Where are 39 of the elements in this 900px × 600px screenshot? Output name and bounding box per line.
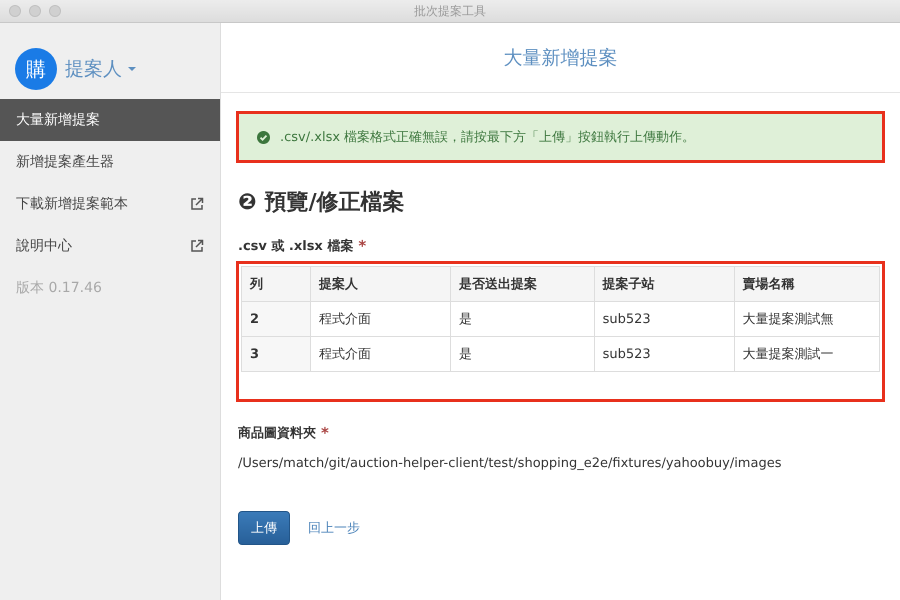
required-mark: * (358, 237, 366, 255)
avatar: 購 (15, 48, 57, 90)
column-header: 提案人 (310, 266, 451, 302)
version-label: 版本 0.17.46 (15, 279, 103, 298)
required-mark: * (321, 424, 329, 442)
step-number: ❷ (238, 190, 257, 214)
table-cell: 程式介面 (310, 302, 451, 336)
sidebar-item[interactable]: 下載新增提案範本 (0, 183, 220, 225)
window-control[interactable] (49, 5, 61, 17)
table-cell: sub523 (594, 302, 734, 336)
external-link-icon (190, 239, 204, 253)
upload-button[interactable]: 上傳 (238, 511, 290, 545)
window-title: 批次提案工具 (414, 2, 486, 20)
check-circle-icon (257, 130, 270, 144)
column-header: 列 (242, 266, 310, 302)
folder-path: /Users/match/git/auction-helper-client/test/shopping_e2e/fixtures/yahoobuy/images (238, 456, 782, 471)
alert-text: .csv/.xlsx 檔案格式正確無誤，請按最下方「上傳」按鈕執行上傳動作。 (280, 129, 696, 146)
table-cell: sub523 (594, 336, 734, 372)
table-cell: 2 (242, 302, 310, 336)
window-control[interactable] (29, 5, 41, 17)
table-cell: 3 (242, 336, 310, 372)
column-header: 提案子站 (594, 266, 734, 302)
table-cell: 程式介面 (310, 336, 451, 372)
sidebar-item[interactable]: 說明中心 (0, 225, 220, 267)
table-cell: 大量提案測試一 (734, 336, 880, 372)
sidebar-item[interactable]: 新增提案產生器 (0, 141, 220, 183)
sidebar-item[interactable]: 大量新增提案 (0, 99, 220, 141)
field-label: .csv 或 .xlsx 檔案 (238, 238, 354, 255)
window-control[interactable] (9, 5, 21, 17)
field-label: 商品圖資料夾 (238, 424, 316, 442)
column-header: 賣場名稱 (734, 266, 880, 302)
table-cell: 是 (450, 336, 594, 372)
section-title: 預覽/修正檔案 (264, 188, 405, 217)
table-cell: 是 (450, 302, 594, 336)
external-link-icon (190, 197, 204, 211)
page-title: 大量新增提案 (221, 23, 900, 93)
back-link[interactable]: 回上一步 (308, 519, 360, 537)
column-header: 是否送出提案 (450, 266, 594, 302)
table-cell: 大量提案測試無 (734, 302, 880, 336)
